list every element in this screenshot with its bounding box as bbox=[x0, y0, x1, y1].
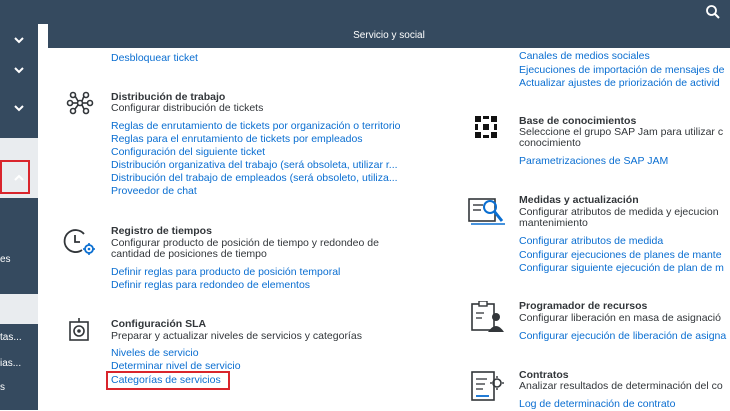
search-icon[interactable] bbox=[704, 3, 722, 21]
shell-bar bbox=[0, 0, 730, 24]
link-reglas-enrutamiento-empleados[interactable]: Reglas para el enrutamiento de tickets p… bbox=[111, 133, 363, 146]
link-categorias-servicios[interactable]: Categorías de servicios bbox=[111, 374, 221, 387]
link-configuracion-siguiente-ticket[interactable]: Configuración del siguiente ticket bbox=[111, 146, 265, 159]
measure-icon bbox=[468, 198, 505, 225]
section-subtitle: Preparar y actualizar niveles de servici… bbox=[111, 330, 362, 342]
sap-jam-icon bbox=[475, 116, 497, 138]
section-title-registro: Registro de tiempos bbox=[111, 225, 212, 237]
link-reglas-enrutamiento-org[interactable]: Reglas de enrutamiento de tickets por or… bbox=[111, 120, 401, 133]
section-subtitle: conocimiento bbox=[519, 137, 581, 149]
link-canales-medios-sociales[interactable]: Canales de medios sociales bbox=[519, 50, 650, 63]
section-subtitle: mantenimiento bbox=[519, 217, 588, 229]
link-proveedor-chat[interactable]: Proveedor de chat bbox=[111, 185, 197, 198]
chevron-down-icon bbox=[14, 67, 24, 74]
sidebar-fragment[interactable]: es bbox=[0, 254, 11, 265]
link-configurar-atributos-medida[interactable]: Configurar atributos de medida bbox=[519, 235, 663, 248]
resource-scheduler-icon bbox=[471, 301, 504, 332]
sidebar-item-5[interactable] bbox=[0, 164, 38, 194]
link-ejecuciones-importacion[interactable]: Ejecuciones de importación de mensajes d… bbox=[519, 64, 724, 77]
sidebar: ... es tas... ias... s bbox=[0, 24, 38, 410]
gutter bbox=[38, 24, 48, 410]
page-title: Servicio y social bbox=[353, 30, 425, 41]
section-subtitle: cantidad de posiciones de tiempo bbox=[111, 248, 267, 260]
section-title-programador: Programador de recursos bbox=[519, 300, 648, 312]
section-subtitle: Configurar distribución de tickets bbox=[111, 102, 264, 114]
sidebar-item-1[interactable] bbox=[0, 26, 38, 56]
link-configurar-ejecucion-liberacion[interactable]: Configurar ejecución de liberación de as… bbox=[519, 330, 726, 343]
section-title-sla: Configuración SLA bbox=[111, 318, 207, 330]
sidebar-item-2[interactable] bbox=[0, 56, 38, 86]
link-actualizar-priorizacion[interactable]: Actualizar ajustes de priorización de ac… bbox=[519, 77, 720, 90]
section-title-medidas: Medidas y actualización bbox=[519, 194, 639, 206]
sidebar-item-3[interactable] bbox=[0, 94, 38, 124]
link-niveles-servicio[interactable]: Niveles de servicio bbox=[111, 347, 199, 360]
sidebar-selected-row bbox=[0, 294, 38, 324]
chevron-down-icon bbox=[14, 105, 24, 112]
section-subtitle: Configurar liberación en masa de asignac… bbox=[519, 312, 721, 324]
target-icon bbox=[69, 318, 89, 341]
link-configurar-siguiente-ejecucion[interactable]: Configurar siguiente ejecución de plan d… bbox=[519, 262, 724, 275]
link-parametrizaciones-sap-jam[interactable]: Parametrizaciones de SAP JAM bbox=[519, 155, 668, 168]
link-log-determinacion-contrato[interactable]: Log de determinación de contrato bbox=[519, 398, 675, 411]
link-configurar-ejecuciones-planes[interactable]: Configurar ejecuciones de planes de mant… bbox=[519, 249, 722, 262]
link-desbloquear-ticket[interactable]: Desbloquear ticket bbox=[111, 52, 198, 65]
network-icon bbox=[66, 91, 94, 115]
link-determinar-nivel-servicio[interactable]: Determinar nivel de servicio bbox=[111, 360, 241, 373]
sidebar-fragment[interactable]: tas... bbox=[0, 332, 22, 343]
link-reglas-redondeo[interactable]: Definir reglas para redondeo de elemento… bbox=[111, 279, 310, 292]
main-content: Desbloquear ticket Distribución de traba… bbox=[48, 48, 730, 410]
contract-icon bbox=[471, 371, 504, 401]
sidebar-fragment[interactable]: ias... bbox=[0, 358, 21, 369]
link-distribucion-empleados[interactable]: Distribución del trabajo de empleados (s… bbox=[111, 172, 398, 185]
link-distribucion-organizativa[interactable]: Distribución organizativa del trabajo (s… bbox=[111, 159, 398, 172]
time-settings-icon bbox=[63, 229, 95, 255]
link-reglas-producto-posicion[interactable]: Definir reglas para producto de posición… bbox=[111, 266, 340, 279]
section-subtitle: Analizar resultados de determinación del… bbox=[519, 380, 723, 392]
sidebar-fragment[interactable]: s bbox=[0, 382, 5, 393]
chevron-up-icon bbox=[14, 174, 24, 181]
chevron-down-icon bbox=[14, 37, 24, 44]
panel-header: Servicio y social bbox=[48, 24, 730, 48]
